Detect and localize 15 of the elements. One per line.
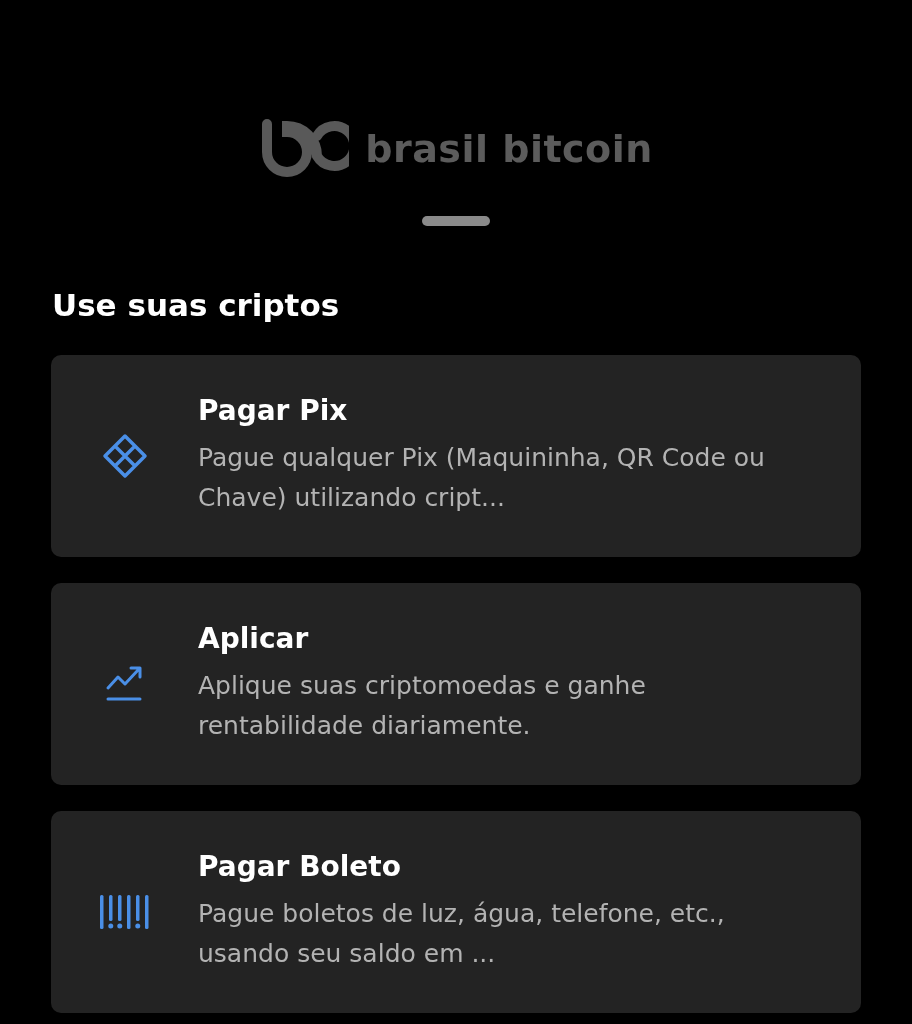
- card-title: Pagar Boleto: [198, 849, 402, 885]
- brand-name: brasil bitcoin: [365, 130, 653, 168]
- action-card[interactable]: Pagar Pix Pague qualquer Pix (Maquininha, QR Code ou Chave) utilizando cript...: [51, 354, 861, 557]
- card-description: Pague qualquer Pix (Maquininha, QR Code ou Chave) utilizando cript...: [198, 442, 766, 515]
- drag-handle[interactable]: [422, 216, 490, 226]
- diamond-icon: [101, 432, 148, 479]
- barcode-icon: [97, 892, 152, 931]
- logo-icon: [259, 118, 350, 180]
- action-card[interactable]: Aplicar Aplique suas criptomoedas e ganhe rentabilidade diariamente.: [51, 582, 861, 785]
- section-title: Use suas criptos: [52, 286, 341, 325]
- card-description: Pague boletos de luz, água, telefone, etc., usando seu saldo em ...: [198, 898, 726, 971]
- card-title: Aplicar: [198, 621, 310, 657]
- card-description: Aplique suas criptomoedas e ganhe rentabilidade diariamente.: [198, 670, 647, 743]
- action-card[interactable]: Pagar Boleto Pague boletos de luz, água, telefone, etc., usando seu saldo em ...: [51, 810, 861, 1013]
- card-title: Pagar Pix: [198, 393, 349, 429]
